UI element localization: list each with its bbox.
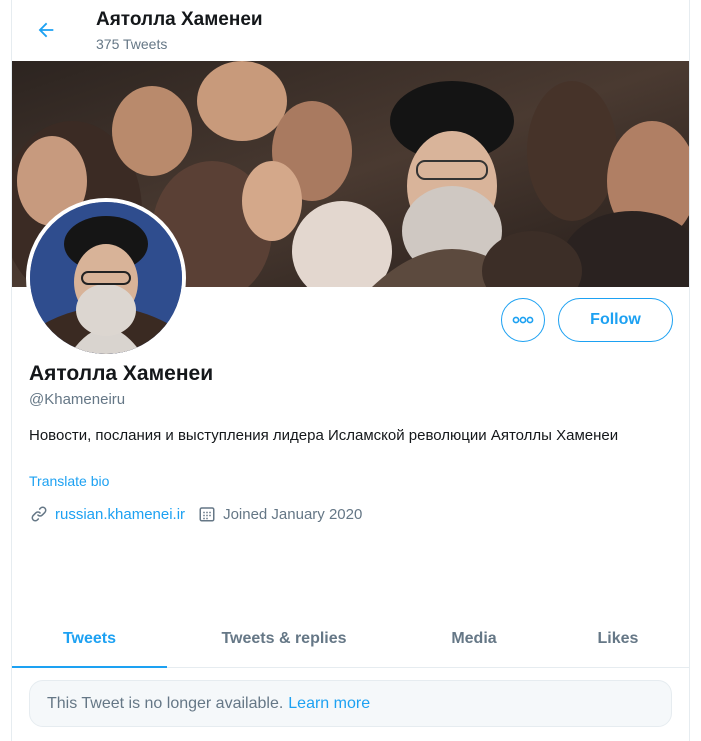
profile-bio: Новости, послания и выступления лидера И…	[29, 427, 619, 444]
profile-header: Аятолла Хаменеи 375 Tweets	[12, 0, 689, 60]
active-tab-indicator	[12, 666, 167, 668]
profile-handle: @Khameneiru	[29, 391, 126, 408]
profile-tabs: Tweets Tweets & replies Media Likes	[12, 610, 689, 668]
profile-display-name: Аятолла Хаменеи	[29, 362, 214, 385]
learn-more-link[interactable]: Learn more	[288, 695, 370, 713]
website-link[interactable]: russian.khamenei.ir	[55, 506, 185, 523]
tab-tweets-replies[interactable]: Tweets & replies	[167, 610, 401, 668]
calendar-icon	[197, 504, 217, 524]
more-icon	[512, 316, 534, 324]
unavailable-tweet-notice: This Tweet is no longer available. Learn…	[29, 680, 672, 727]
translate-bio-link[interactable]: Translate bio	[29, 473, 109, 489]
more-button[interactable]	[501, 298, 545, 342]
profile-meta: russian.khamenei.ir Joined January 2020	[29, 503, 362, 525]
link-icon	[29, 504, 49, 524]
joined-date: Joined January 2020	[223, 505, 363, 523]
follow-button[interactable]: Follow	[558, 298, 673, 342]
avatar[interactable]	[26, 198, 186, 358]
notice-text: This Tweet is no longer available.	[47, 694, 284, 712]
tweet-count: 375 Tweets	[96, 36, 168, 52]
tab-tweets[interactable]: Tweets	[12, 610, 167, 668]
tab-likes[interactable]: Likes	[547, 610, 689, 668]
header-title: Аятолла Хаменеи	[96, 9, 263, 30]
profile-column: Аятолла Хаменеи 375 Tweets Follow Аятолл…	[11, 0, 690, 741]
arrow-left-icon	[38, 22, 54, 38]
tab-media[interactable]: Media	[401, 610, 547, 668]
back-button[interactable]	[29, 13, 63, 47]
